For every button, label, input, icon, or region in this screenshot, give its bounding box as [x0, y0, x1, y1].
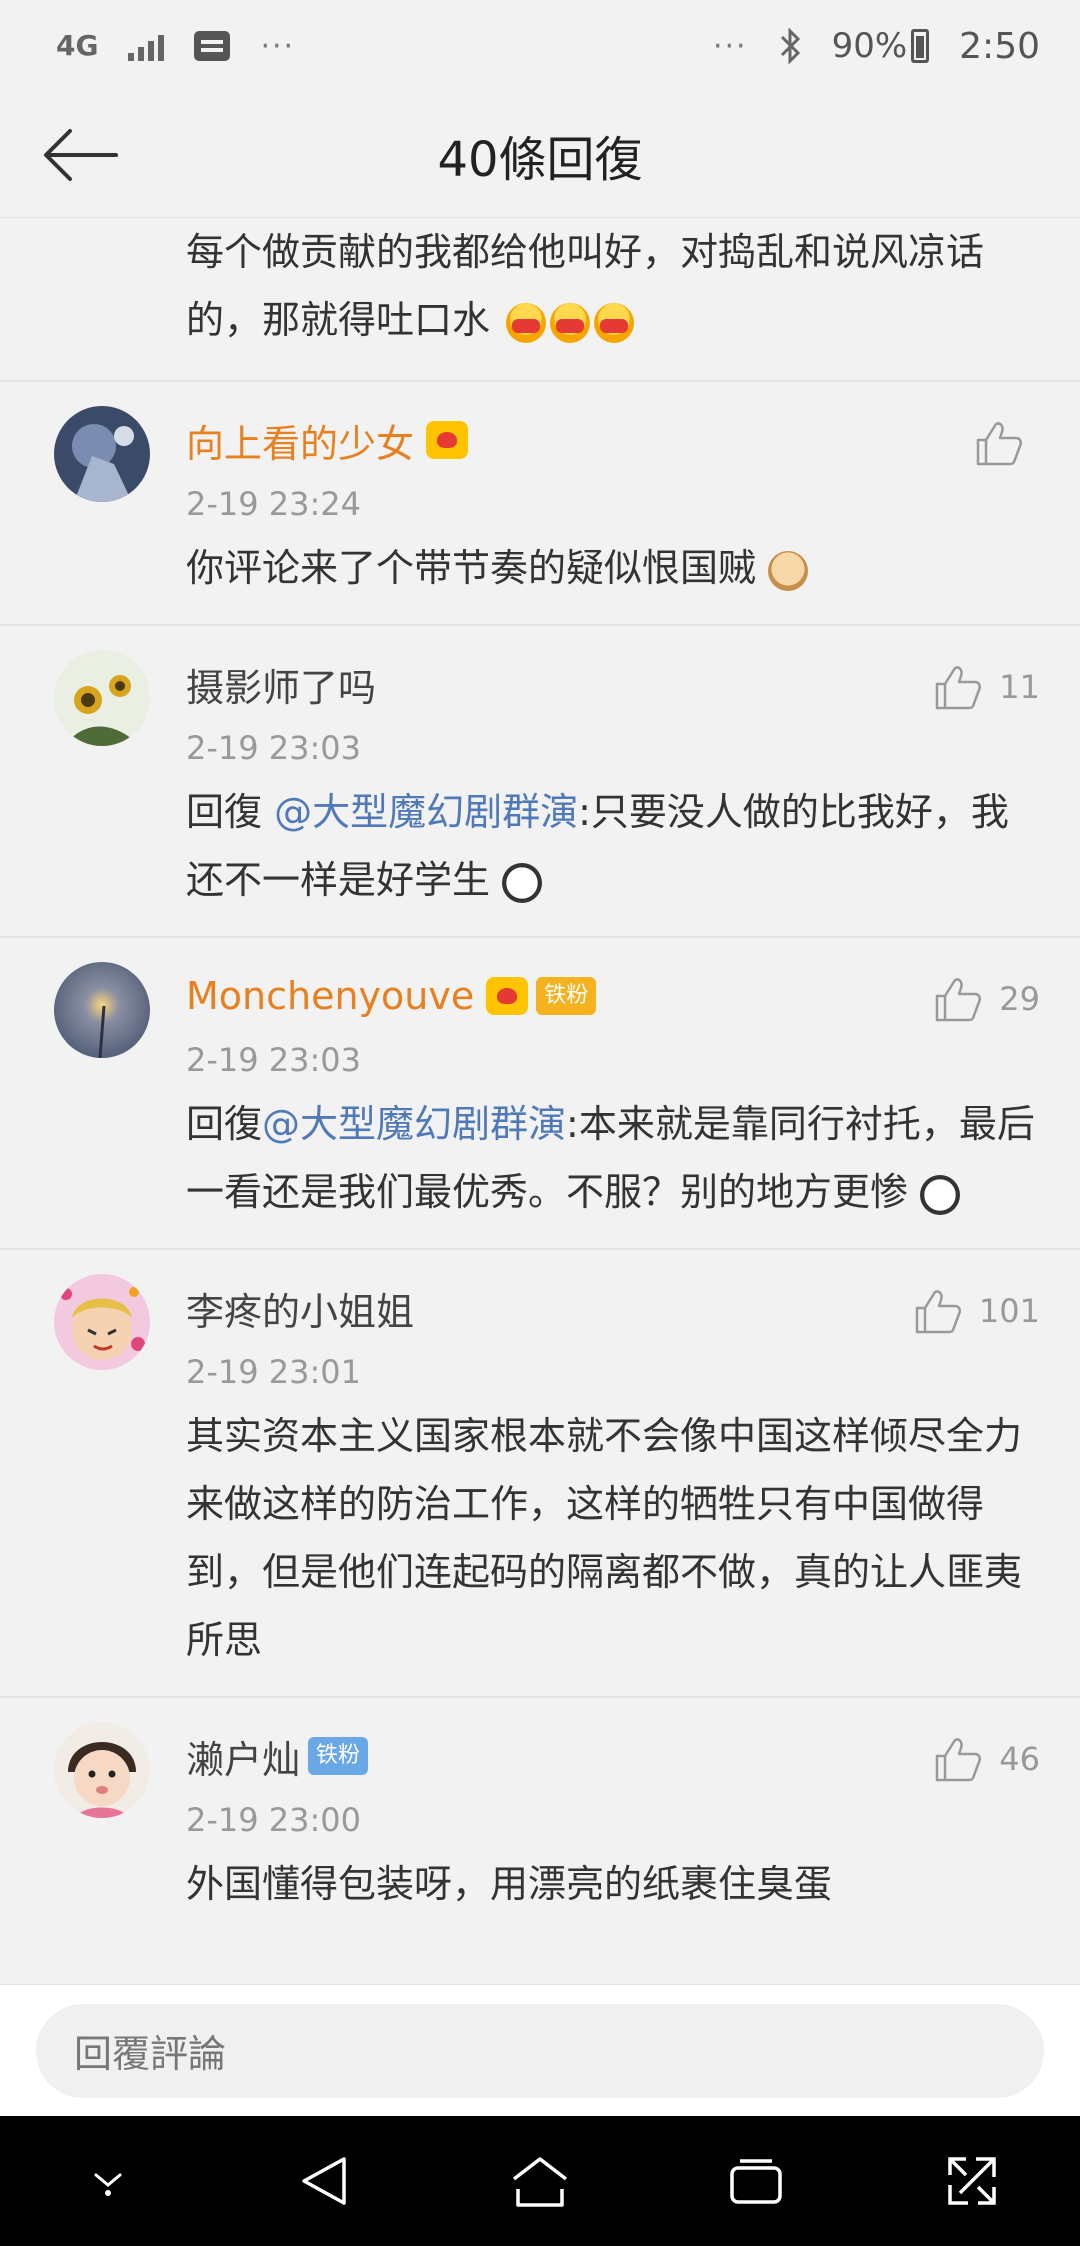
- comment-header: 李疼的小姐姐: [186, 1270, 1040, 1346]
- comment-header: 濑户灿 铁粉: [186, 1718, 1040, 1794]
- avatar[interactable]: [54, 962, 150, 1058]
- username[interactable]: 濑户灿: [186, 1729, 300, 1784]
- comment-body: 你评论来了个带节奏的疑似恨国贼: [186, 534, 1040, 602]
- comment-item[interactable]: Monchenyouve 铁粉 29 2-19 23:03 回復@大型魔幻剧群演…: [0, 938, 1080, 1250]
- thumbs-up-icon: [936, 978, 982, 1022]
- battery-icon: [911, 29, 930, 63]
- like-count: 11: [999, 668, 1040, 706]
- wuhan-heart-emoji-icon: [550, 302, 591, 343]
- comment-item[interactable]: 摄影师了吗 11 2-19 23:03 回復 @大型魔幻剧群演:只要没人做的比我…: [0, 626, 1080, 938]
- comment-body: 回復@大型魔幻剧群演:本来就是靠同行衬托，最后一看还是我们最优秀。不服？别的地方…: [186, 1090, 1040, 1226]
- like-button[interactable]: 101: [913, 1286, 1040, 1336]
- recents-icon: [730, 2159, 782, 2204]
- battery-indicator: 90%: [832, 26, 930, 66]
- like-button[interactable]: 46: [933, 1734, 1040, 1784]
- thumbs-up-icon: [936, 1738, 982, 1782]
- comment-text: 外国懂得包装呀，用漂亮的纸裹住臭蛋: [186, 1862, 833, 1906]
- avatar[interactable]: [54, 1274, 150, 1370]
- like-button[interactable]: 11: [933, 662, 1040, 712]
- comment-time: 2-19 23:24: [186, 485, 362, 523]
- mention-link[interactable]: @大型魔幻剧群演: [262, 1102, 566, 1146]
- reply-bar: 回覆評論: [0, 1984, 1080, 2116]
- doge-emoji-icon: [768, 550, 809, 591]
- battery-percent: 90%: [831, 26, 908, 66]
- username[interactable]: 李疼的小姐姐: [186, 1281, 414, 1336]
- username[interactable]: Monchenyouve: [186, 974, 474, 1018]
- comment-time: 2-19 23:00: [186, 1801, 362, 1839]
- page-title: 40條回復: [437, 131, 643, 188]
- signal-icon: [128, 31, 165, 61]
- back-triangle-icon: [302, 2157, 346, 2205]
- like-button[interactable]: 29: [933, 974, 1040, 1024]
- reply-comment-input[interactable]: 回覆評論: [36, 2003, 1044, 2098]
- thumbs-up-icon: [915, 1290, 961, 1334]
- fan-badge: 铁粉: [308, 1737, 369, 1775]
- wuhan-heart-emoji-icon: [506, 302, 547, 343]
- system-nav-bar: [0, 2116, 1080, 2246]
- comment-time: 2-19 23:03: [186, 1041, 362, 1079]
- comment-item[interactable]: 濑户灿 铁粉 46 2-19 23:00 外国懂得包装呀，用漂亮的纸裹住臭蛋: [0, 1698, 1080, 1940]
- avatar[interactable]: [54, 650, 150, 746]
- comment-header: Monchenyouve 铁粉: [186, 958, 1040, 1034]
- panda-emoji-icon: [502, 862, 543, 903]
- like-count: 101: [978, 1292, 1040, 1330]
- status-bar: 4G ··· ··· 90% 2:50: [0, 0, 1080, 92]
- vip-crown-icon: [426, 421, 469, 459]
- chevron-down-icon: [94, 2173, 122, 2196]
- like-count: 46: [999, 1740, 1040, 1778]
- comment-time: 2-19 23:01: [186, 1353, 362, 1391]
- back-arrow-icon: [44, 129, 118, 181]
- comment-item[interactable]: 李疼的小姐姐 101 2-19 23:01 其实资本主义国家根本就不会像中国这样…: [0, 1250, 1080, 1698]
- reply-prefix: 回復: [186, 1102, 263, 1146]
- avatar[interactable]: [54, 406, 150, 502]
- partial-comment: 每个做贡献的我都给他叫好，对捣乱和说风凉话的，那就得吐口水: [0, 218, 1080, 382]
- nav-hide-button[interactable]: [68, 2141, 148, 2221]
- comment-list[interactable]: 每个做贡献的我都给他叫好，对捣乱和说风凉话的，那就得吐口水 向上看的少女 2-1…: [0, 218, 1080, 1984]
- nav-back-button[interactable]: [284, 2141, 364, 2221]
- comment-text: 其实资本主义国家根本就不会像中国这样倾尽全力来做这样的防治工作，这样的牺牲只有中…: [186, 1414, 1023, 1662]
- header: 40條回復: [0, 92, 1080, 218]
- bluetooth-icon: [778, 28, 802, 64]
- nav-recents-button[interactable]: [716, 2141, 796, 2221]
- message-notification-icon: [194, 31, 231, 61]
- fan-badge: 铁粉: [536, 977, 597, 1015]
- status-left: 4G ···: [56, 29, 295, 64]
- comment-header: 向上看的少女: [186, 402, 1040, 478]
- like-button[interactable]: [974, 418, 1040, 468]
- thumbs-up-icon: [936, 666, 982, 710]
- username[interactable]: 摄影师了吗: [186, 657, 376, 712]
- more-notifications-icon: ···: [260, 28, 296, 64]
- network-type: 4G: [56, 29, 99, 62]
- comment-time: 2-19 23:03: [186, 729, 362, 767]
- nav-fullscreen-button[interactable]: [932, 2141, 1012, 2221]
- back-button[interactable]: [40, 120, 120, 190]
- status-right: ··· 90% 2:50: [713, 26, 1040, 67]
- nav-home-button[interactable]: [500, 2141, 580, 2221]
- panda-emoji-icon: [920, 1174, 961, 1215]
- thumbs-up-icon: [976, 422, 1023, 466]
- comment-header: 摄影师了吗: [186, 646, 1040, 722]
- vip-crown-icon: [486, 977, 529, 1015]
- reply-prefix: 回復: [186, 790, 275, 834]
- comment-text: 你评论来了个带节奏的疑似恨国贼: [186, 546, 757, 590]
- more-status-icon: ···: [712, 28, 748, 64]
- status-time: 2:50: [959, 25, 1040, 67]
- comment-item[interactable]: 向上看的少女 2-19 23:24 你评论来了个带节奏的疑似恨国贼: [0, 382, 1080, 626]
- emoji-group: [506, 302, 635, 343]
- mention-link[interactable]: @大型魔幻剧群演: [274, 790, 578, 834]
- wuhan-heart-emoji-icon: [594, 302, 635, 343]
- like-count: 29: [999, 980, 1040, 1018]
- avatar[interactable]: [54, 1722, 150, 1818]
- username[interactable]: 向上看的少女: [186, 413, 414, 468]
- comment-body: 回復 @大型魔幻剧群演:只要没人做的比我好，我还不一样是好学生: [186, 778, 1040, 914]
- expand-icon: [948, 2157, 996, 2205]
- home-icon: [512, 2157, 568, 2207]
